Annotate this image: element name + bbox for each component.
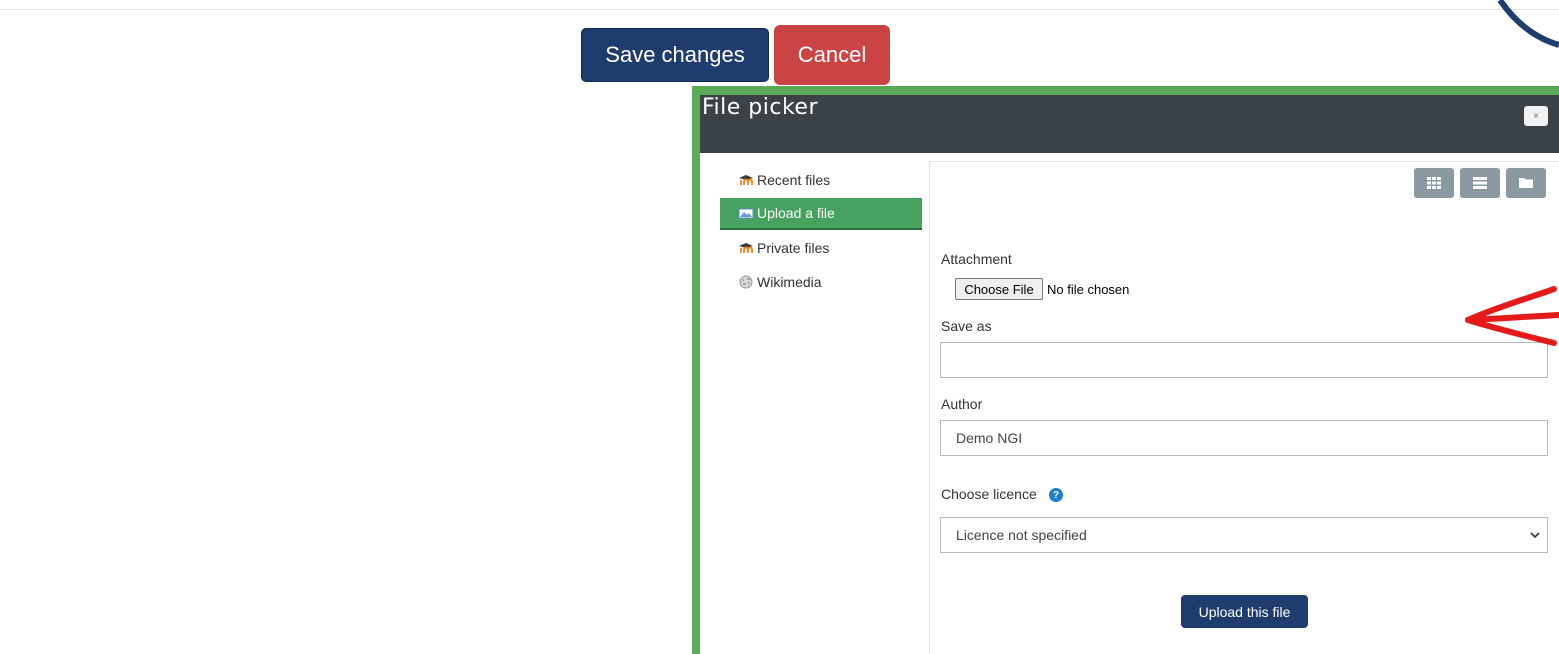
repo-item-label: Private files: [757, 240, 830, 256]
help-icon[interactable]: ?: [1049, 488, 1063, 502]
folder-view-button[interactable]: [1506, 168, 1546, 198]
chevron-down-icon: [1530, 532, 1540, 539]
choose-licence-label: Choose licence: [941, 486, 1037, 502]
cancel-button[interactable]: Cancel: [774, 25, 890, 85]
file-picker-title: File picker: [702, 95, 819, 120]
repo-item-private-files[interactable]: Private files: [720, 232, 922, 264]
repository-list: Recent files Upload a file Private files…: [720, 164, 922, 300]
repo-item-upload-a-file[interactable]: Upload a file: [720, 198, 922, 230]
wikimedia-icon: [737, 275, 755, 289]
list-view-icon: [1473, 177, 1487, 189]
repo-item-label: Upload a file: [757, 205, 835, 221]
grid-view-button[interactable]: [1414, 168, 1454, 198]
licence-selected-value: Licence not specified: [956, 527, 1087, 543]
file-status-text: No file chosen: [1047, 282, 1130, 297]
repo-item-recent-files[interactable]: Recent files: [720, 164, 922, 196]
save-changes-button[interactable]: Save changes: [581, 28, 769, 82]
author-input[interactable]: Demo NGI: [940, 420, 1548, 456]
licence-select[interactable]: Licence not specified: [940, 517, 1548, 553]
repo-item-label: Recent files: [757, 172, 831, 188]
repo-item-label: Wikimedia: [757, 274, 822, 290]
decorative-arc: [1497, 0, 1559, 48]
file-picker-header: [700, 95, 1559, 153]
grid-view-icon: [1427, 177, 1441, 189]
moodle-icon: [737, 173, 755, 187]
folder-view-icon: [1519, 178, 1533, 188]
top-divider: [0, 9, 1559, 10]
author-label: Author: [941, 396, 983, 412]
upload-this-file-button[interactable]: Upload this file: [1181, 595, 1308, 628]
annotation-arrow-icon: [1465, 286, 1559, 346]
choose-file-button[interactable]: Choose File: [955, 278, 1043, 300]
upload-pane: [929, 161, 1559, 654]
save-as-label: Save as: [941, 318, 992, 334]
save-as-input[interactable]: [940, 342, 1548, 378]
repo-item-wikimedia[interactable]: Wikimedia: [720, 266, 922, 298]
close-icon[interactable]: ×: [1524, 106, 1548, 126]
attachment-label: Attachment: [941, 251, 1012, 267]
upload-icon: [737, 206, 755, 220]
list-view-button[interactable]: [1460, 168, 1500, 198]
moodle-icon: [737, 241, 755, 255]
